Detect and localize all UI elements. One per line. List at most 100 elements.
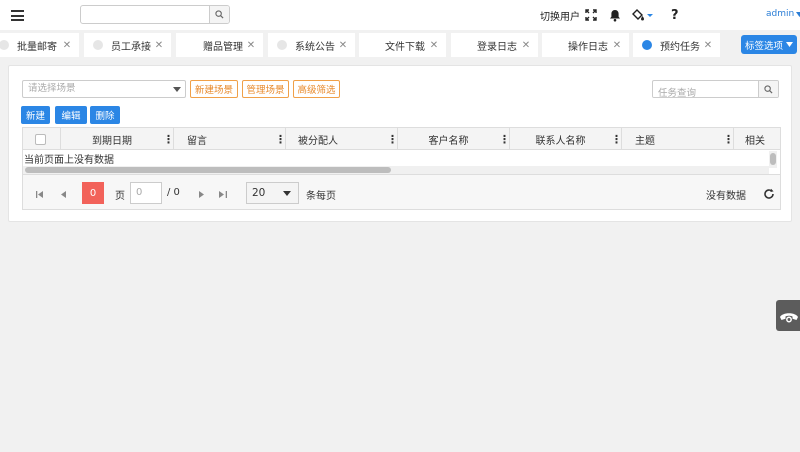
column-header[interactable]: 主题 ⋮ — [622, 128, 734, 150]
theme-paint-icon[interactable] — [632, 0, 654, 30]
task-search-input[interactable] — [653, 85, 758, 97]
search-icon[interactable] — [758, 81, 778, 97]
last-page-icon[interactable] — [218, 189, 228, 199]
advanced-filter-button[interactable]: 高级筛选 — [293, 80, 340, 98]
page-number-input[interactable]: 0 — [130, 182, 162, 204]
prev-page-icon[interactable] — [58, 189, 68, 199]
tab-operation-log[interactable]: 操作日志 ✕ — [542, 33, 629, 57]
page-size-value: 20 — [252, 187, 266, 199]
search-icon[interactable] — [209, 6, 229, 23]
manage-scene-button[interactable]: 管理场景 — [242, 80, 289, 98]
column-label: 到期日期 — [92, 135, 132, 147]
task-panel: 请选择场景 新建场景 管理场景 高级筛选 新建 编辑 删除 到期日期 ⋮ 留言 … — [8, 65, 792, 222]
column-label: 客户名称 — [428, 135, 469, 147]
tab-label: 批量邮寄 — [17, 41, 57, 53]
column-menu-icon[interactable]: ⋮ — [387, 133, 398, 146]
tab-label: 文件下载 — [385, 41, 425, 53]
total-pages: / 0 — [167, 187, 180, 198]
tab-label: 员工承接 — [111, 41, 151, 53]
global-search-input[interactable] — [81, 10, 209, 23]
caret-down-icon — [283, 191, 291, 196]
new-scene-button[interactable]: 新建场景 — [190, 80, 238, 98]
task-grid: 到期日期 ⋮ 留言 ⋮ 被分配人 ⋮ 客户名称 ⋮ 联系人名称 ⋮ 主题 ⋮ 相… — [22, 127, 781, 210]
new-button[interactable]: 新建 — [21, 106, 50, 124]
tab-employee-takeover[interactable]: 员工承接 ✕ — [84, 33, 171, 57]
page-label: 页 — [115, 191, 125, 202]
column-menu-icon[interactable]: ⋮ — [163, 133, 174, 146]
column-label: 主题 — [635, 135, 655, 147]
tab-status-dot — [277, 40, 287, 50]
phone-icon — [780, 312, 798, 322]
column-label: 被分配人 — [298, 135, 338, 147]
global-search — [80, 5, 230, 24]
close-icon[interactable]: ✕ — [243, 40, 259, 51]
delete-button[interactable]: 删除 — [90, 106, 120, 124]
column-header[interactable]: 留言 ⋮ — [174, 128, 286, 150]
vertical-scrollbar[interactable] — [769, 151, 777, 168]
close-icon[interactable]: ✕ — [700, 40, 716, 51]
tab-label: 登录日志 — [477, 41, 517, 53]
tab-label: 操作日志 — [568, 41, 608, 53]
pager-status: 没有数据 — [706, 191, 746, 202]
tab-login-log[interactable]: 登录日志 ✕ — [451, 33, 538, 57]
tab-system-notice[interactable]: 系统公告 ✕ — [268, 33, 355, 57]
column-label: 联系人名称 — [535, 135, 586, 147]
tab-batch-mail[interactable]: 批量邮寄 ✕ — [0, 33, 79, 57]
tab-status-dot — [93, 40, 103, 50]
user-name: admin — [766, 9, 795, 19]
close-icon[interactable]: ✕ — [518, 40, 534, 51]
close-icon[interactable]: ✕ — [609, 40, 625, 51]
scene-select[interactable]: 请选择场景 — [22, 80, 186, 98]
close-icon[interactable]: ✕ — [59, 40, 75, 51]
tab-status-dot — [642, 40, 652, 50]
tab-bar: 批量邮寄 ✕ 员工承接 ✕ 赠品管理 ✕ 系统公告 ✕ 文件下载 ✕ 登录日志 … — [0, 33, 800, 57]
column-label: 留言 — [187, 135, 207, 147]
horizontal-scrollbar[interactable] — [23, 166, 769, 174]
close-icon[interactable]: ✕ — [426, 40, 442, 51]
tab-file-download[interactable]: 文件下载 ✕ — [359, 33, 446, 57]
column-menu-icon[interactable]: ⋮ — [611, 133, 622, 146]
first-page-icon[interactable] — [35, 189, 45, 199]
pager: 0 页 0 / 0 20 条每页 没有数据 — [23, 174, 780, 209]
grid-header: 到期日期 ⋮ 留言 ⋮ 被分配人 ⋮ 客户名称 ⋮ 联系人名称 ⋮ 主题 ⋮ 相… — [23, 128, 780, 150]
select-all-checkbox[interactable] — [35, 133, 46, 145]
fullscreen-icon[interactable] — [583, 0, 599, 30]
top-bar: 切换用户 ? admin — [0, 0, 800, 30]
column-menu-icon[interactable]: ⋮ — [499, 133, 510, 146]
bell-icon[interactable] — [607, 0, 623, 30]
tab-status-dot — [0, 40, 9, 50]
next-page-icon[interactable] — [196, 189, 206, 199]
column-menu-icon[interactable]: ⋮ — [723, 133, 734, 146]
select-all-column — [23, 128, 61, 150]
tab-options-button[interactable]: 标签选项 — [741, 35, 797, 54]
refresh-icon[interactable] — [763, 188, 775, 200]
user-menu[interactable]: admin — [766, 9, 800, 19]
phone-widget[interactable] — [776, 300, 800, 331]
page-size-select[interactable]: 20 — [246, 182, 299, 204]
chevron-down-icon — [786, 42, 793, 47]
help-icon[interactable]: ? — [671, 0, 679, 30]
column-header[interactable]: 到期日期 ⋮ — [61, 128, 174, 150]
tab-scheduled-tasks[interactable]: 预约任务 ✕ — [633, 33, 720, 57]
tab-label: 赠品管理 — [203, 41, 243, 53]
tab-options-label: 标签选项 — [744, 40, 783, 52]
column-header[interactable]: 联系人名称 ⋮ — [510, 128, 622, 150]
per-page-label: 条每页 — [306, 191, 336, 202]
caret-down-icon — [173, 87, 181, 92]
switch-user-link[interactable]: 切换用户 — [540, 0, 580, 30]
chevron-down-icon — [796, 11, 800, 17]
close-icon[interactable]: ✕ — [335, 40, 351, 51]
task-search — [652, 80, 779, 98]
menu-icon[interactable] — [11, 10, 24, 21]
tab-gift-management[interactable]: 赠品管理 ✕ — [176, 33, 263, 57]
tab-label: 系统公告 — [295, 41, 335, 53]
edit-button[interactable]: 编辑 — [55, 106, 87, 124]
close-icon[interactable]: ✕ — [151, 40, 167, 51]
column-menu-icon[interactable]: ⋮ — [275, 133, 286, 146]
tab-label: 预约任务 — [660, 41, 700, 53]
column-label: 相关 — [745, 135, 765, 147]
column-header[interactable]: 相关 — [734, 128, 780, 150]
scene-select-placeholder: 请选择场景 — [28, 83, 76, 94]
column-header[interactable]: 被分配人 ⋮ — [286, 128, 398, 150]
column-header[interactable]: 客户名称 ⋮ — [398, 128, 510, 150]
